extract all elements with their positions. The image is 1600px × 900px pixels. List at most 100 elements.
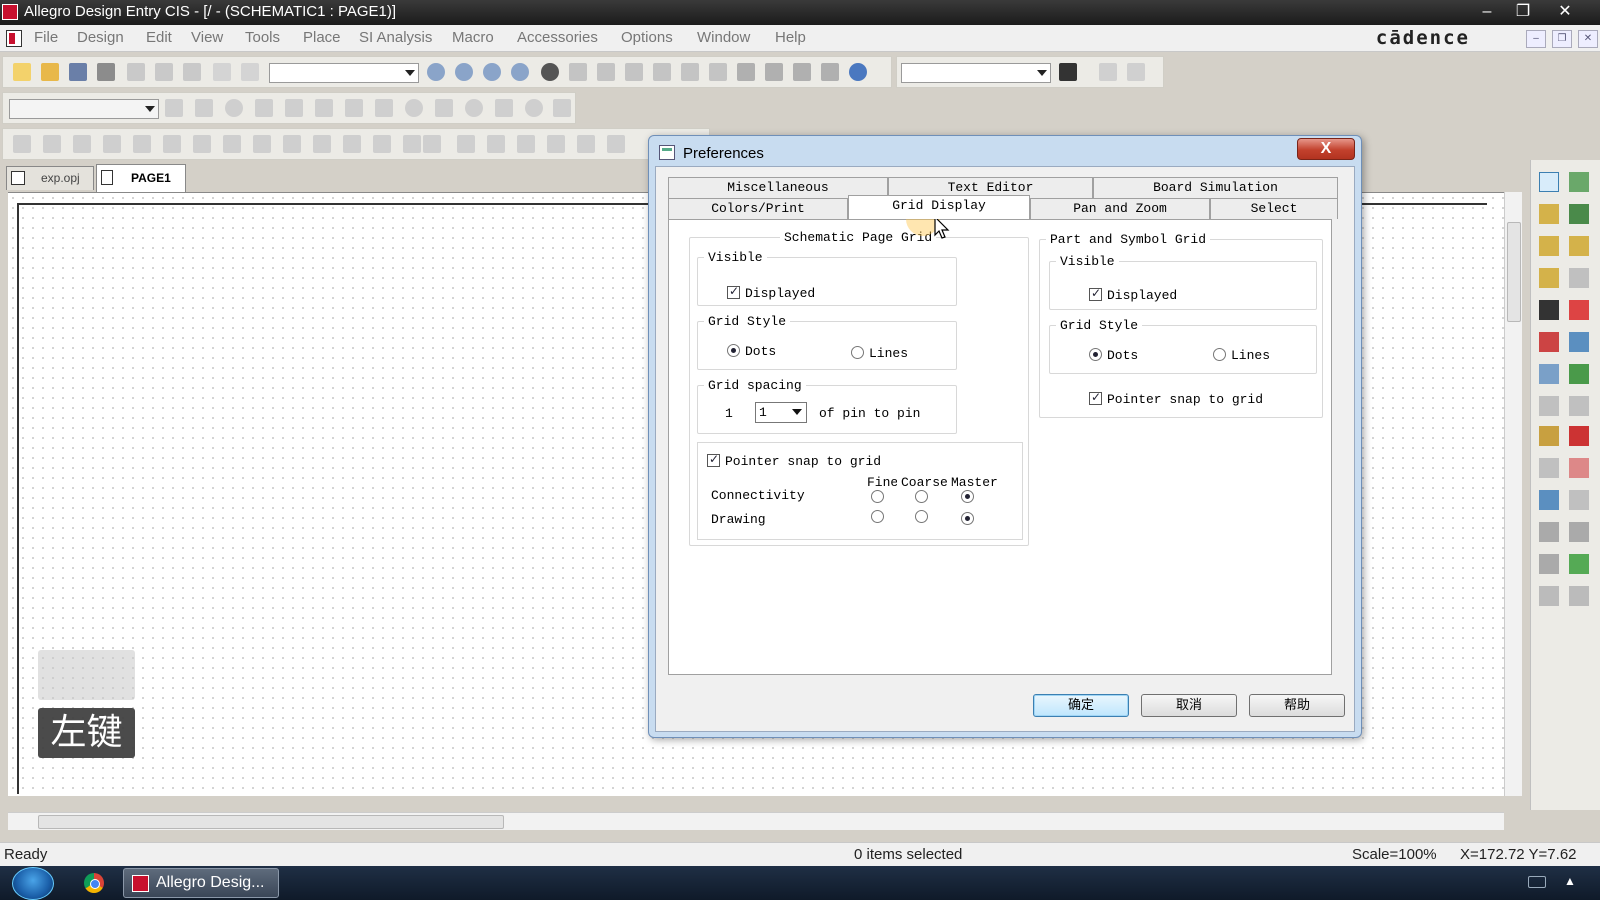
part-lines-radio[interactable]: [1213, 348, 1226, 361]
open-icon[interactable]: [41, 63, 59, 81]
menu-window[interactable]: Window: [697, 29, 750, 46]
paste-icon[interactable]: [183, 63, 201, 81]
tray-expand-icon[interactable]: ▲: [1564, 874, 1576, 888]
probe-icon[interactable]: [285, 99, 303, 117]
net-alias-icon[interactable]: [193, 135, 211, 153]
minimize-button[interactable]: –: [1470, 0, 1504, 25]
hier-pin-palette-icon[interactable]: [1539, 396, 1559, 416]
part-snap-checkbox[interactable]: [1089, 390, 1102, 405]
align-middle-icon[interactable]: [577, 135, 595, 153]
dialog-close-button[interactable]: X: [1297, 138, 1355, 160]
no-connect-icon[interactable]: [403, 135, 421, 153]
zoom-out-icon[interactable]: [455, 63, 473, 81]
back-annotate-icon[interactable]: [597, 63, 615, 81]
place-part-palette-icon[interactable]: [1569, 172, 1589, 192]
hier-port-icon[interactable]: [313, 135, 331, 153]
allegro-app-icon[interactable]: [2, 4, 18, 20]
vertical-scroll-thumb[interactable]: [1507, 222, 1521, 322]
tab-select[interactable]: Select: [1210, 198, 1338, 219]
menu-si-analysis[interactable]: SI Analysis: [359, 29, 432, 46]
bezier-palette-icon[interactable]: [1569, 490, 1589, 510]
menu-view[interactable]: View: [191, 29, 223, 46]
eye-icon[interactable]: [541, 63, 559, 81]
hierarchy-icon[interactable]: [821, 63, 839, 81]
bus-entry-icon[interactable]: [163, 135, 181, 153]
rectangle-palette-icon[interactable]: [1539, 426, 1559, 446]
menu-options[interactable]: Options: [621, 29, 673, 46]
off-page-palette-icon[interactable]: [1539, 332, 1559, 352]
ok-button[interactable]: 确定: [1033, 694, 1129, 717]
schematic-snap-checkbox[interactable]: [707, 452, 720, 467]
save-icon[interactable]: [69, 63, 87, 81]
off-page-icon[interactable]: [373, 135, 391, 153]
start-orb-icon[interactable]: [12, 867, 54, 900]
tab-board-simulation[interactable]: Board Simulation: [1093, 177, 1338, 198]
menu-accessories[interactable]: Accessories: [517, 29, 598, 46]
cross-reference-icon[interactable]: [681, 63, 699, 81]
drawing-fine-radio[interactable]: [871, 510, 884, 523]
binoculars-icon[interactable]: [1059, 63, 1077, 81]
picture-palette-icon[interactable]: [1539, 522, 1559, 542]
zoom-in-icon[interactable]: [427, 63, 445, 81]
drawing-master-radio[interactable]: [961, 512, 974, 525]
menu-help[interactable]: Help: [775, 29, 806, 46]
new-profile-icon[interactable]: [165, 99, 183, 117]
library-icon[interactable]: [765, 63, 783, 81]
undo-icon[interactable]: [213, 63, 231, 81]
line-palette-icon[interactable]: [1569, 396, 1589, 416]
cancel-button[interactable]: 取消: [1141, 694, 1237, 717]
schematic-displayed-checkbox[interactable]: [727, 284, 740, 299]
part-search-combo[interactable]: [269, 63, 419, 83]
align-center-icon[interactable]: [487, 135, 505, 153]
menu-file[interactable]: File: [34, 29, 58, 46]
arc-palette-icon[interactable]: [1569, 458, 1589, 478]
zoom-area-icon[interactable]: [483, 63, 501, 81]
redo-icon[interactable]: [241, 63, 259, 81]
taskbar-allegro-button[interactable]: Allegro Desig...: [123, 868, 279, 898]
previous-icon[interactable]: [1099, 63, 1117, 81]
new-icon[interactable]: [13, 63, 31, 81]
menu-edit[interactable]: Edit: [146, 29, 172, 46]
bus-palette-icon[interactable]: [1539, 236, 1559, 256]
tab-page1[interactable]: PAGE1: [96, 164, 186, 192]
add-text-palette-icon[interactable]: [1569, 554, 1589, 574]
menu-tools[interactable]: Tools: [245, 29, 280, 46]
chrome-icon[interactable]: [84, 873, 104, 893]
junction-icon[interactable]: [133, 135, 151, 153]
run-icon[interactable]: [225, 99, 243, 117]
power-symbol-icon[interactable]: [223, 135, 241, 153]
hier-block-icon[interactable]: [283, 135, 301, 153]
bias-current-icon[interactable]: [495, 99, 513, 117]
align-bottom-icon[interactable]: [607, 135, 625, 153]
part-dots-radio[interactable]: [1089, 348, 1102, 361]
ground-palette-icon[interactable]: [1539, 364, 1559, 384]
power-palette-icon[interactable]: [1539, 300, 1559, 320]
flag-icon[interactable]: [553, 99, 571, 117]
tab-colors-print[interactable]: Colors/Print: [668, 198, 848, 219]
profile-combo[interactable]: [9, 99, 159, 119]
horizontal-scroll-thumb[interactable]: [38, 815, 504, 829]
align-left-icon[interactable]: [457, 135, 475, 153]
current-icon[interactable]: [465, 99, 483, 117]
bus-entry-palette-icon[interactable]: [1569, 236, 1589, 256]
probe-current-icon[interactable]: [315, 99, 333, 117]
mdi-restore-button[interactable]: ❐: [1552, 30, 1572, 48]
annotate-icon[interactable]: [569, 63, 587, 81]
probe-diff-icon[interactable]: [375, 99, 393, 117]
menu-design[interactable]: Design: [77, 29, 124, 46]
horizontal-scrollbar[interactable]: [8, 812, 1504, 830]
place-net-icon[interactable]: [73, 135, 91, 153]
copy-icon[interactable]: [155, 63, 173, 81]
mdi-close-button[interactable]: ✕: [1578, 30, 1598, 48]
align-top-icon[interactable]: [547, 135, 565, 153]
part-manager-icon[interactable]: [793, 63, 811, 81]
connectivity-master-radio[interactable]: [961, 490, 974, 503]
tab-grid-display[interactable]: Grid Display: [848, 195, 1030, 219]
maximize-button[interactable]: ❐: [1506, 0, 1540, 25]
no-connect-palette-icon[interactable]: [1569, 300, 1589, 320]
ieee-palette-icon[interactable]: [1539, 554, 1559, 574]
next-icon[interactable]: [1127, 63, 1145, 81]
auto-connect-palette-icon[interactable]: [1569, 586, 1589, 606]
view-results-icon[interactable]: [255, 99, 273, 117]
schematic-dots-radio[interactable]: [727, 344, 740, 357]
